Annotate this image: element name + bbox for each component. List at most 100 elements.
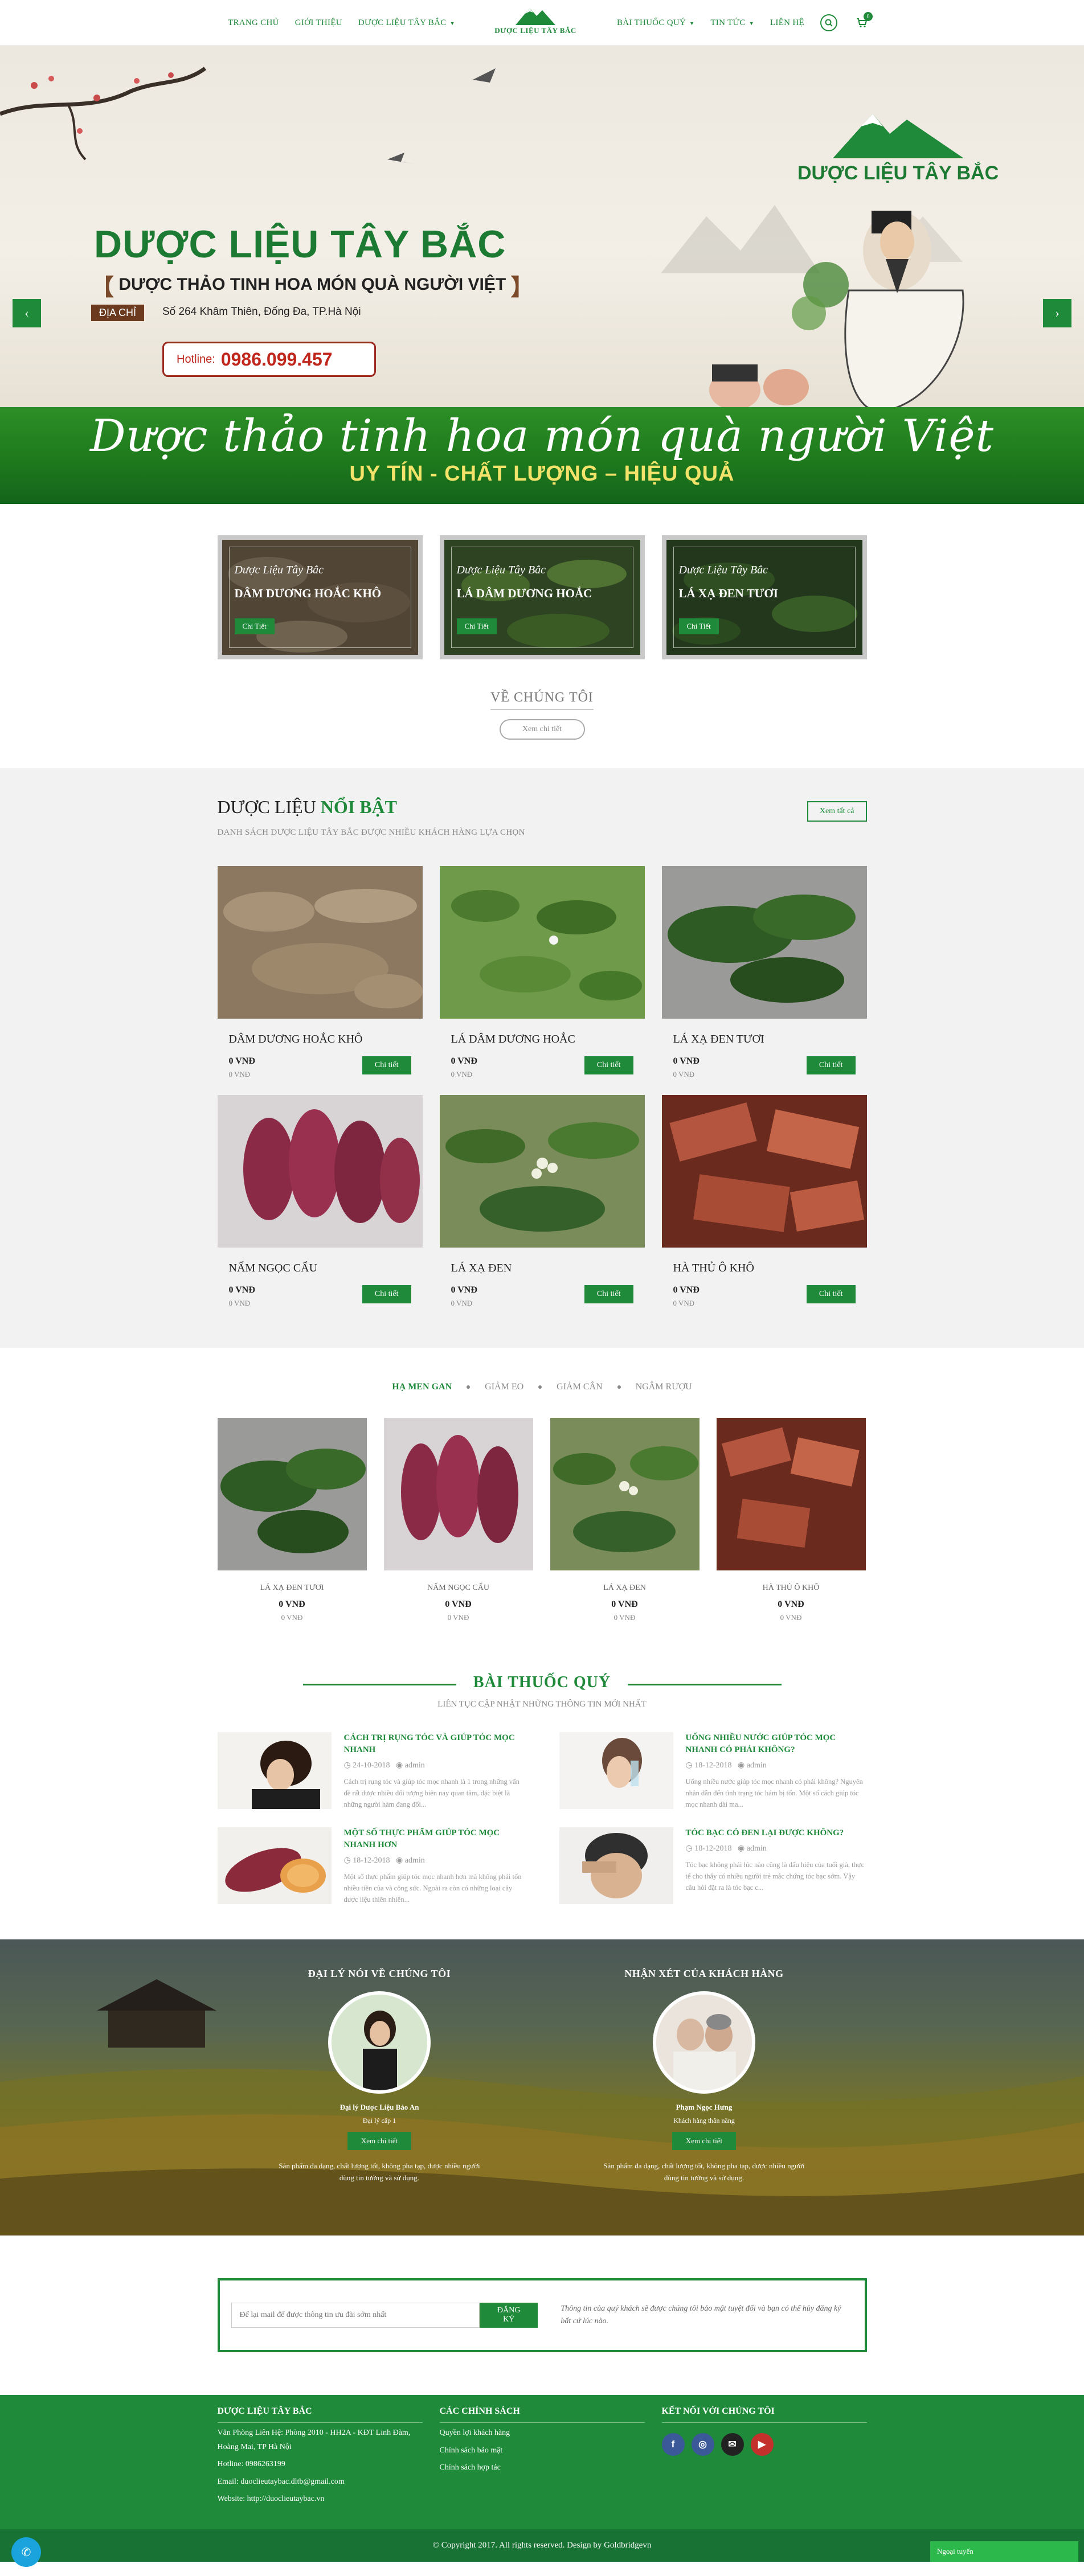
- tile-detail-button[interactable]: Chi Tiết: [456, 618, 497, 634]
- category-tile[interactable]: Dược Liệu Tây Bắc LÁ XẠ ĐEN TƯƠI Chi Tiế…: [661, 535, 867, 659]
- tab-wine[interactable]: NGÂM RƯỢU: [636, 1382, 692, 1392]
- product-image[interactable]: [383, 1418, 533, 1570]
- footer-policies: CÁC CHÍNH SÁCH Quyền lợi khách hàng Chín…: [439, 2406, 645, 2507]
- facebook-icon[interactable]: f: [661, 2433, 685, 2456]
- policy-link-privacy[interactable]: Chính sách bảo mật: [440, 2444, 645, 2458]
- news-author: admin: [746, 1844, 767, 1853]
- product-image[interactable]: [439, 866, 645, 1019]
- product-old-price: 0 VNĐ: [447, 1613, 469, 1622]
- newsletter-box: ĐĂNG KÝ Thông tin của quý khách sẽ được …: [217, 2278, 867, 2352]
- hotline-box[interactable]: Hotline: 0986.099.457: [162, 342, 376, 377]
- nav-home[interactable]: TRANG CHỦ: [228, 18, 279, 28]
- product-image[interactable]: [661, 1095, 867, 1248]
- price-block: 0 VNĐ 0 VNĐ: [451, 1285, 477, 1308]
- tab-liver[interactable]: HẠ MEN GAN: [392, 1382, 452, 1392]
- price-block: 0 VNĐ 0 VNĐ: [451, 1056, 477, 1079]
- product-price-row: 0 VNĐ 0 VNĐ Chi tiết: [451, 1285, 633, 1308]
- product-image[interactable]: [716, 1418, 866, 1570]
- product-name[interactable]: NẤM NGỌC CẨU: [229, 1262, 423, 1275]
- product-name[interactable]: LÁ XẠ ĐEN: [451, 1262, 645, 1275]
- product-name[interactable]: HÀ THỦ Ô KHÔ: [673, 1262, 867, 1275]
- featured-title-a: DƯỢC LIỆU: [217, 797, 316, 817]
- product-detail-button[interactable]: Chi tiết: [806, 1056, 856, 1074]
- category-tile[interactable]: Dược Liệu Tây Bắc LÁ DÂM DƯƠNG HOẮC Chi …: [439, 535, 645, 659]
- price-block: 0 VNĐ 0 VNĐ: [673, 1285, 700, 1308]
- product-name[interactable]: HÀ THỦ Ô KHÔ: [717, 1584, 866, 1593]
- product-name[interactable]: DÂM DƯƠNG HOẮC KHÔ: [229, 1033, 423, 1046]
- about-title: VỀ CHÚNG TÔI: [490, 690, 594, 710]
- product-detail-button[interactable]: Chi tiết: [584, 1285, 633, 1303]
- policy-link-partnership[interactable]: Chính sách hợp tác: [440, 2461, 645, 2475]
- nav-remedies[interactable]: BÀI THUỐC QUÝ ▼: [617, 18, 694, 28]
- news-thumbnail[interactable]: [217, 1732, 332, 1809]
- cart-button[interactable]: 0: [853, 12, 873, 31]
- product-image[interactable]: [217, 1095, 423, 1248]
- see-all-button[interactable]: Xem tất cả: [807, 801, 867, 822]
- tile-detail-button[interactable]: Chi Tiết: [678, 618, 719, 634]
- product-detail-button[interactable]: Chi tiết: [362, 1056, 411, 1074]
- product-card: LÁ DÂM DƯƠNG HOẮC 0 VNĐ 0 VNĐ Chi tiết: [439, 866, 645, 1079]
- about-detail-button[interactable]: Xem chi tiết: [499, 719, 585, 740]
- testimonial-detail-button[interactable]: Xem chi tiết: [347, 2132, 412, 2150]
- youtube-icon[interactable]: ▶: [750, 2433, 774, 2456]
- product-old-price: 0 VNĐ: [673, 1299, 695, 1307]
- tile-detail-button[interactable]: Chi Tiết: [234, 618, 275, 634]
- tab-product-card: NẤM NGỌC CẨU 0 VNĐ 0 VNĐ: [383, 1418, 533, 1622]
- nav-news[interactable]: TIN TỨC ▼: [710, 18, 754, 28]
- product-name[interactable]: LÁ DÂM DƯƠNG HOẮC: [451, 1033, 645, 1046]
- search-button[interactable]: [820, 14, 837, 31]
- avatar: [328, 1991, 431, 2094]
- floating-call-button[interactable]: ✆: [11, 2537, 41, 2567]
- news-item: TÓC BẠC CÓ ĐEN LẠI ĐƯỢC KHÔNG? ◷ 18-12-2…: [559, 1827, 867, 1905]
- product-detail-button[interactable]: Chi tiết: [362, 1285, 411, 1303]
- news-thumbnail[interactable]: [559, 1827, 673, 1904]
- product-card: LÁ XẠ ĐEN TƯƠI 0 VNĐ 0 VNĐ Chi tiết: [661, 866, 867, 1079]
- product-image[interactable]: [217, 1418, 367, 1570]
- subscribe-button[interactable]: ĐĂNG KÝ: [480, 2303, 538, 2328]
- chat-widget[interactable]: Ngoại tuyến: [930, 2541, 1078, 2562]
- product-image[interactable]: [661, 866, 867, 1019]
- slider-next-button[interactable]: ›: [1043, 299, 1071, 327]
- nav-products[interactable]: DƯỢC LIỆU TÂY BẮC ▼: [358, 18, 455, 28]
- product-image[interactable]: [217, 866, 423, 1019]
- price-unit: VNĐ: [784, 1599, 804, 1609]
- slider-prev-button[interactable]: ‹: [13, 299, 41, 327]
- product-image[interactable]: [439, 1095, 645, 1248]
- tab-product-card: HÀ THỦ Ô KHÔ 0 VNĐ 0 VNĐ: [716, 1418, 866, 1622]
- nav-contact[interactable]: LIÊN HỆ: [770, 18, 804, 28]
- testimonial-detail-button[interactable]: Xem chi tiết: [672, 2132, 737, 2150]
- slogan-line: UY TÍN - CHẤT LƯỢNG – HIỆU QUẢ: [349, 462, 735, 486]
- product-name[interactable]: LÁ XẠ ĐEN TƯƠI: [673, 1033, 867, 1046]
- tab-waist[interactable]: GIẢM EO: [485, 1382, 523, 1392]
- price-value: 0: [451, 1056, 456, 1066]
- product-price: 0 VNĐ: [717, 1599, 866, 1610]
- product-detail-button[interactable]: Chi tiết: [584, 1056, 633, 1074]
- email-icon[interactable]: ✉: [721, 2433, 744, 2456]
- category-tile[interactable]: Dược Liệu Tây Bắc DÂM DƯƠNG HOẮC KHÔ Chi…: [217, 535, 423, 659]
- testimonial-heading: ĐẠI LÝ NÓI VỀ CHÚNG TÔI: [308, 1968, 451, 1979]
- email-subscribe-input[interactable]: [231, 2303, 480, 2328]
- nav-about[interactable]: GIỚI THIỆU: [295, 18, 342, 28]
- policy-link-customer[interactable]: Quyền lợi khách hàng: [440, 2426, 645, 2440]
- product-detail-button[interactable]: Chi tiết: [806, 1285, 856, 1303]
- site-logo[interactable]: DƯỢC LIỆU TÂY BẮC: [487, 3, 584, 43]
- featured-header: DƯỢC LIỆU NỔI BẬT DANH SÁCH DƯỢC LIỆU TÂ…: [218, 797, 867, 838]
- chevron-left-icon: ‹: [24, 306, 29, 320]
- product-name[interactable]: LÁ XẠ ĐEN TƯƠI: [218, 1584, 367, 1593]
- tab-weight-loss[interactable]: GIẢM CÂN: [557, 1382, 602, 1392]
- product-name[interactable]: NẤM NGỌC CẨU: [384, 1584, 533, 1593]
- news-item: CÁCH TRỊ RỤNG TÓC VÀ GIÚP TÓC MỌC NHANH …: [217, 1732, 525, 1810]
- chevron-down-icon: ▼: [449, 20, 455, 26]
- news-title-link[interactable]: TÓC BẠC CÓ ĐEN LẠI ĐƯỢC KHÔNG?: [686, 1827, 867, 1839]
- news-title-link[interactable]: CÁCH TRỊ RỤNG TÓC VÀ GIÚP TÓC MỌC NHANH: [344, 1732, 525, 1756]
- product-name[interactable]: LÁ XẠ ĐEN: [550, 1584, 700, 1593]
- product-image[interactable]: [550, 1418, 700, 1570]
- news-title-link[interactable]: UỐNG NHIỀU NƯỚC GIÚP TÓC MỌC NHANH CÓ PH…: [686, 1732, 867, 1756]
- news-thumbnail[interactable]: [559, 1732, 673, 1809]
- address-tag: ĐỊA CHỈ: [91, 305, 145, 321]
- instagram-icon[interactable]: ◎: [691, 2433, 714, 2456]
- news-thumbnail[interactable]: [217, 1827, 332, 1904]
- newsletter-section: ĐĂNG KÝ Thông tin của quý khách sẽ được …: [0, 2235, 1084, 2395]
- tab-product-grid: LÁ XẠ ĐEN TƯƠI 0 VNĐ 0 VNĐ NẤM NGỌC CẨU …: [217, 1418, 867, 1622]
- news-title-link[interactable]: MỘT SỐ THỰC PHẨM GIÚP TÓC MỌC NHANH HƠN: [344, 1827, 525, 1851]
